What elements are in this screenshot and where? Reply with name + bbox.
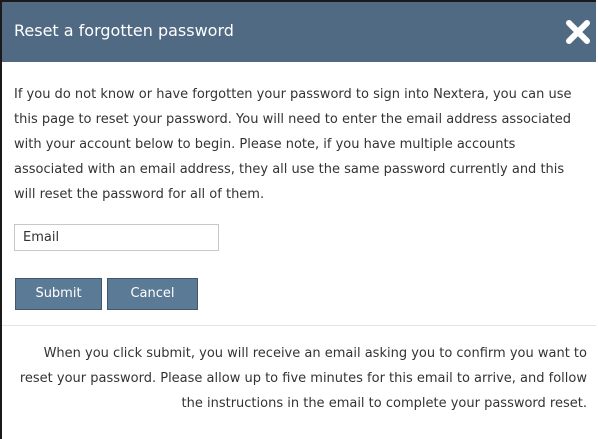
cancel-button[interactable]: Cancel xyxy=(107,278,198,310)
intro-text: If you do not know or have forgotten you… xyxy=(14,87,572,202)
divider xyxy=(2,325,596,326)
dialog-title: Reset a forgotten password xyxy=(14,21,234,40)
submit-button[interactable]: Submit xyxy=(15,278,102,310)
close-icon[interactable] xyxy=(564,18,592,46)
reset-password-dialog: Reset a forgotten password If you do not… xyxy=(0,0,596,439)
dialog-header: Reset a forgotten password xyxy=(2,2,596,62)
email-field[interactable] xyxy=(14,224,219,251)
footer-note: When you click submit, you will receive … xyxy=(19,346,587,411)
